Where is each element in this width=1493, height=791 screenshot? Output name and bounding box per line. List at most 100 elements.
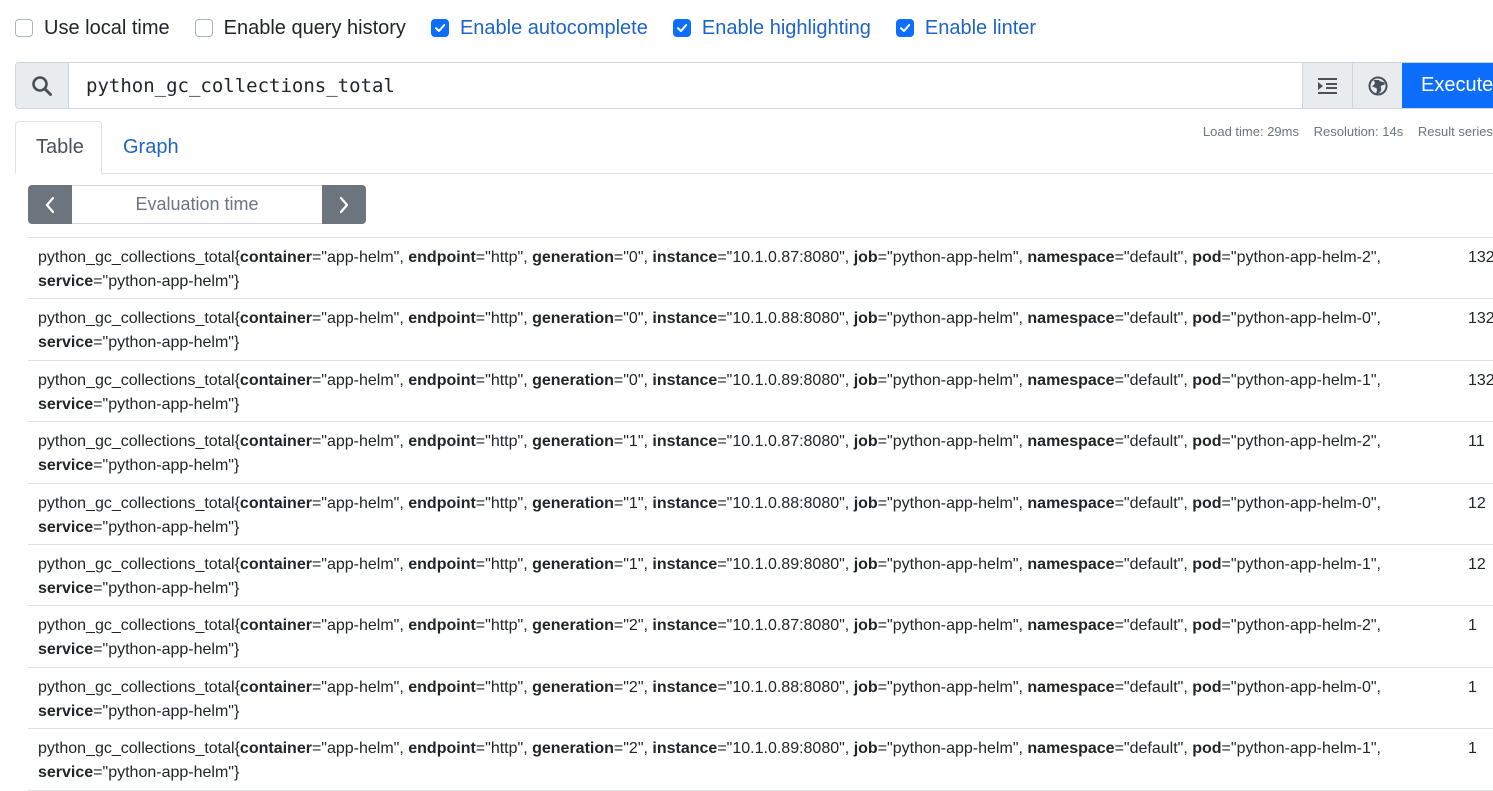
- chevron-left-icon: [45, 196, 55, 213]
- option-enable-autocomplete[interactable]: Enable autocomplete: [430, 17, 648, 40]
- label-value: 0: [628, 310, 638, 328]
- label-value: app-helm: [326, 371, 394, 389]
- label-name: service: [38, 457, 94, 475]
- metric-name: python_gc_collections_total: [38, 494, 235, 512]
- label-value: default: [1129, 433, 1178, 451]
- label-name: pod: [1192, 494, 1222, 512]
- label-name: pod: [1192, 433, 1222, 451]
- option-enable-highlighting[interactable]: Enable highlighting: [672, 17, 871, 40]
- label-name: generation: [532, 555, 614, 573]
- label-value: 1: [628, 555, 638, 573]
- sample-value: 1: [1468, 740, 1477, 758]
- query-stats: Load time: 29ms Resolution: 14s Result s…: [1192, 124, 1493, 139]
- label-value: 10.1.0.88:8080: [732, 494, 840, 512]
- label-value: python-app-helm-0: [1236, 310, 1371, 328]
- series-label: python_gc_collections_total{container="a…: [38, 740, 1381, 782]
- label-value: 10.1.0.89:8080: [732, 371, 840, 389]
- checkbox-checked[interactable]: [672, 19, 691, 37]
- table-row: python_gc_collections_total{container="a…: [28, 729, 1493, 791]
- option-enable-query-history[interactable]: Enable query history: [194, 17, 406, 40]
- label-name: job: [853, 249, 878, 266]
- label-value: python-app-helm: [892, 249, 1013, 266]
- label-value: python-app-helm: [892, 555, 1013, 573]
- eval-time-back-button[interactable]: [28, 185, 72, 224]
- option-use-local-time[interactable]: Use local time: [15, 17, 170, 40]
- format-expression-button[interactable]: [1302, 63, 1352, 108]
- label-name: service: [38, 764, 94, 782]
- execute-button[interactable]: Execute: [1402, 63, 1493, 108]
- label-value: default: [1129, 555, 1178, 573]
- checkbox[interactable]: [194, 19, 213, 37]
- label-name: namespace: [1027, 555, 1115, 573]
- label-value: http: [490, 494, 518, 512]
- option-enable-linter[interactable]: Enable linter: [895, 17, 1036, 40]
- label-name: generation: [532, 310, 614, 328]
- result-series: Result series: [1417, 124, 1493, 139]
- evaluation-time-control: [28, 185, 366, 224]
- table-row: python_gc_collections_total{container="a…: [28, 545, 1493, 607]
- label-name: instance: [652, 249, 718, 266]
- label-value: app-helm: [326, 433, 394, 451]
- label-name: generation: [532, 494, 614, 512]
- label-name: generation: [532, 371, 614, 389]
- load-time: Load time: 29ms: [1202, 124, 1299, 139]
- label-name: instance: [652, 494, 718, 512]
- label-name: job: [853, 494, 878, 512]
- metric-name: python_gc_collections_total: [38, 617, 235, 635]
- tab-graph[interactable]: Graph: [103, 121, 199, 173]
- metrics-explorer-button[interactable]: [1352, 63, 1402, 108]
- series-label: python_gc_collections_total{container="a…: [38, 494, 1381, 536]
- label-value: python-app-helm-2: [1236, 433, 1371, 451]
- label-value: app-helm: [326, 678, 394, 696]
- table-row: python_gc_collections_total{container="a…: [28, 484, 1493, 545]
- label-value: http: [490, 617, 518, 635]
- label-value: python-app-helm-1: [1236, 371, 1371, 389]
- table-row: python_gc_collections_total{container="a…: [28, 299, 1493, 361]
- label-name: endpoint: [408, 371, 476, 389]
- label-name: job: [853, 310, 878, 328]
- tab-table[interactable]: Table: [15, 121, 102, 174]
- label-name: namespace: [1027, 617, 1115, 635]
- label-name: pod: [1192, 617, 1222, 635]
- label-value: 10.1.0.87:8080: [732, 617, 840, 635]
- label-value: python-app-helm-1: [1236, 740, 1371, 758]
- series-label: python_gc_collections_total{container="a…: [38, 555, 1381, 597]
- sample-value: 11: [1468, 433, 1485, 451]
- label-name: generation: [532, 678, 614, 696]
- label-value: http: [490, 249, 518, 266]
- label-value: app-helm: [326, 494, 394, 512]
- label-name: generation: [532, 617, 614, 635]
- label-value: python-app-helm-1: [1236, 555, 1371, 573]
- sample-value: 12: [1468, 494, 1486, 512]
- label-name: job: [853, 555, 878, 573]
- label-value: python-app-helm: [108, 518, 229, 536]
- label-name: endpoint: [408, 678, 476, 696]
- label-value: 0: [628, 371, 638, 389]
- label-value: app-helm: [326, 555, 394, 573]
- metric-name: python_gc_collections_total: [38, 678, 235, 696]
- label-value: app-helm: [326, 310, 394, 328]
- expression-input[interactable]: [69, 63, 1302, 108]
- table-row: python_gc_collections_total{container="a…: [28, 422, 1493, 484]
- label-name: container: [239, 249, 312, 266]
- label-name: endpoint: [408, 433, 476, 451]
- label-name: namespace: [1027, 371, 1115, 389]
- checkbox-checked[interactable]: [895, 19, 914, 37]
- resolution: Resolution: 14s: [1313, 124, 1404, 139]
- metric-name: python_gc_collections_total: [38, 310, 235, 328]
- label-value: http: [490, 433, 518, 451]
- label-value: python-app-helm: [108, 273, 229, 290]
- label-value: python-app-helm: [892, 310, 1013, 328]
- label-name: container: [239, 740, 312, 758]
- series-label: python_gc_collections_total{container="a…: [38, 617, 1381, 659]
- checkbox-checked[interactable]: [430, 19, 449, 37]
- search-icon: [16, 63, 69, 108]
- label-value: default: [1129, 678, 1178, 696]
- label-name: pod: [1192, 310, 1222, 328]
- checkbox[interactable]: [15, 19, 33, 37]
- label-value: http: [490, 740, 518, 758]
- evaluation-time-input[interactable]: [72, 185, 322, 224]
- eval-time-forward-button[interactable]: [322, 185, 366, 224]
- series-label: python_gc_collections_total{container="a…: [38, 310, 1381, 352]
- label-name: generation: [532, 433, 614, 451]
